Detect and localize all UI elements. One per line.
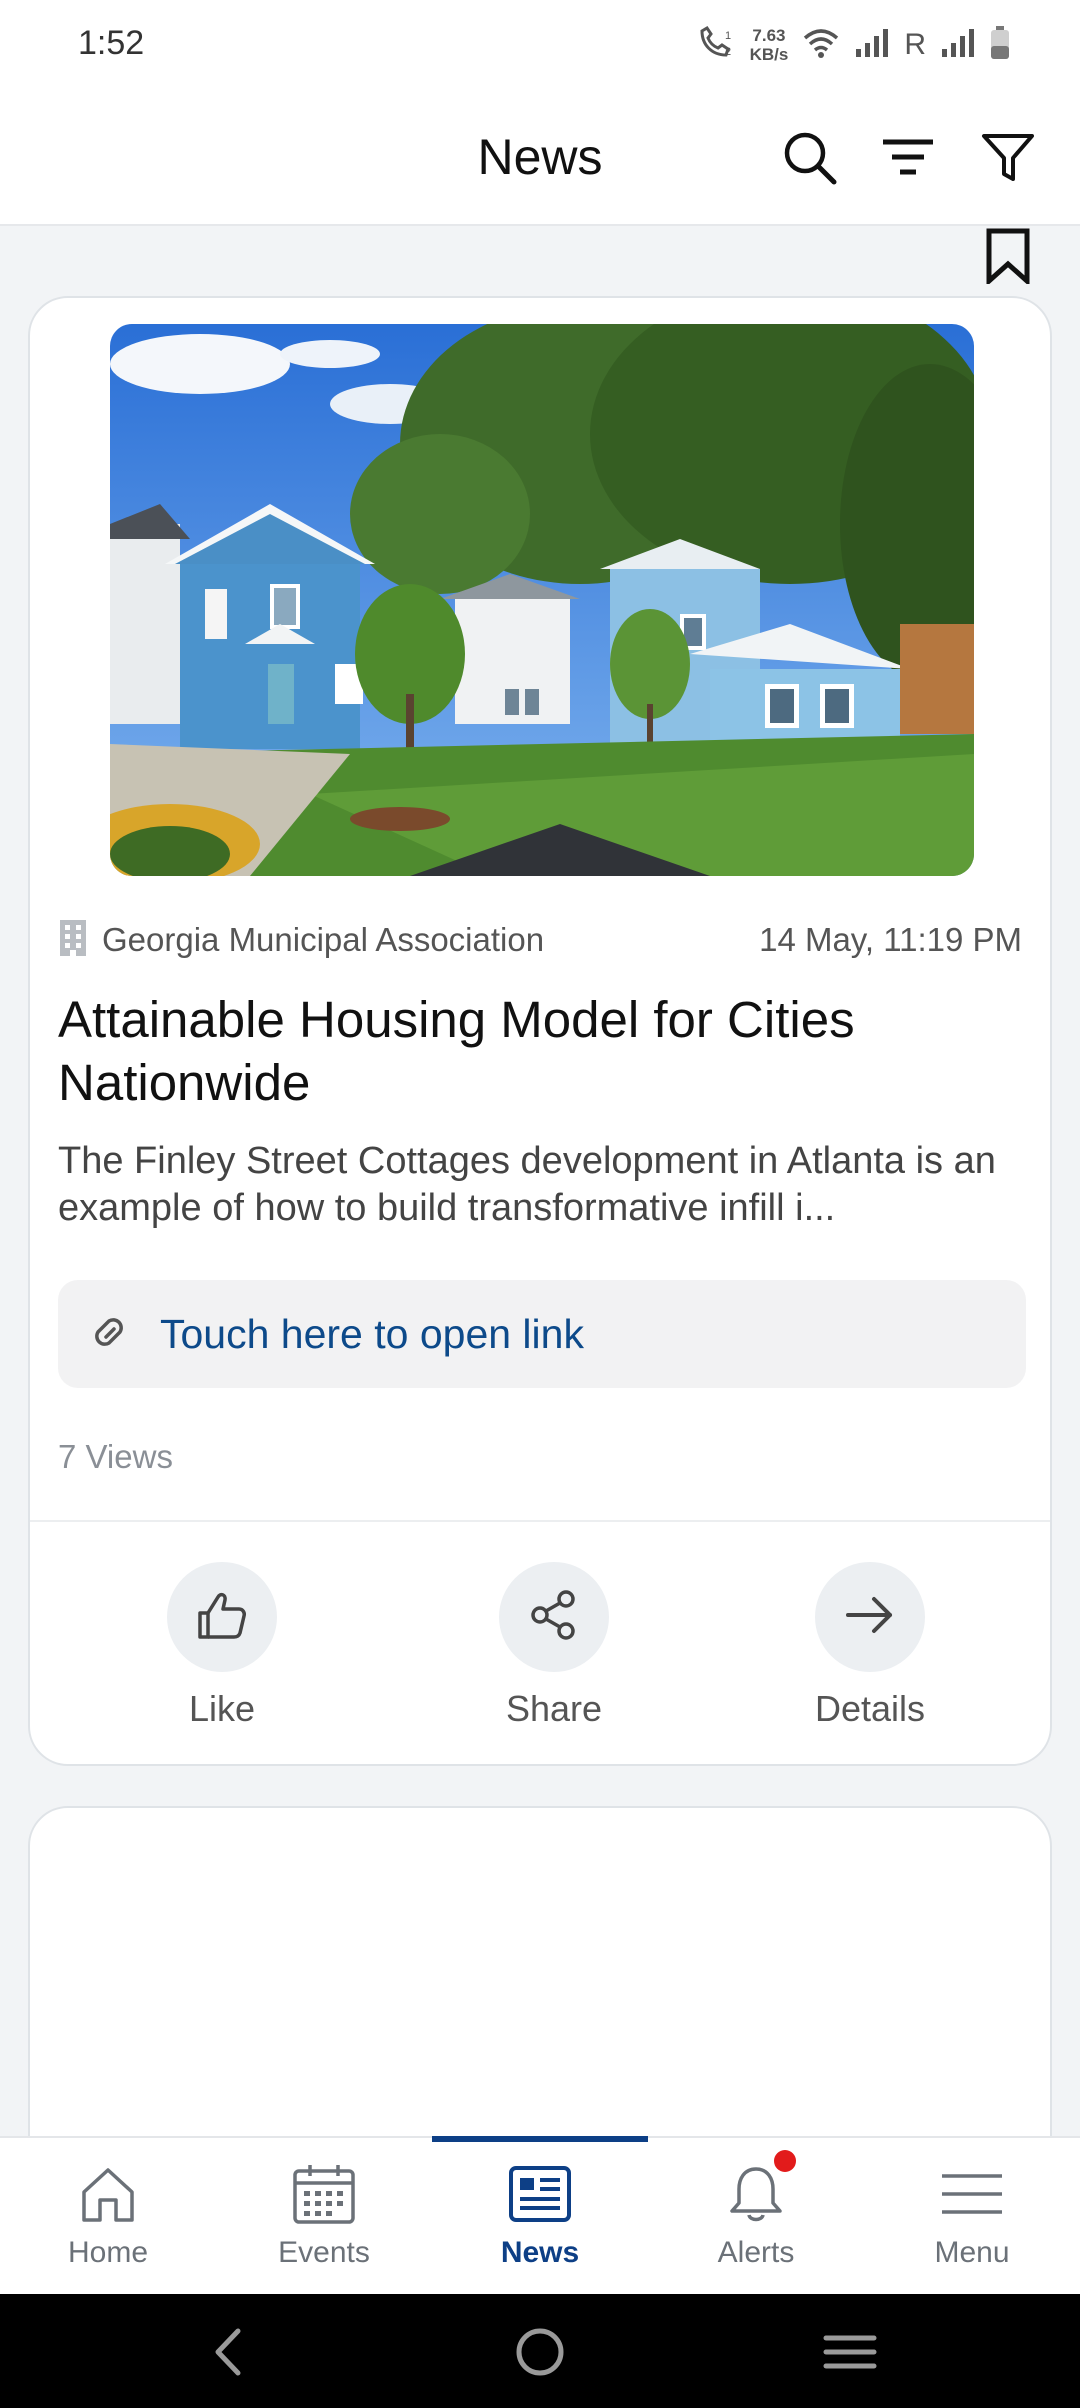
nav-events-label: Events — [278, 2236, 370, 2269]
filter-icon[interactable] — [976, 126, 1040, 190]
like-label: Like — [188, 1688, 256, 1729]
signal-icon-2 — [940, 27, 976, 64]
net-speed: 7.63 KB/s — [750, 26, 789, 64]
signal-icon — [854, 27, 890, 64]
roaming-indicator: R — [904, 28, 926, 61]
bell-icon — [648, 2150, 864, 2228]
share-button[interactable]: Share — [454, 1562, 654, 1730]
nav-alerts[interactable]: Alerts — [648, 2138, 864, 2296]
source-row: Georgia Municipal Association 14 May, 11… — [58, 918, 1022, 962]
net-speed-value: 7.63 — [752, 26, 786, 45]
svg-text:1: 1 — [725, 30, 731, 42]
share-label: Share — [505, 1688, 603, 1729]
wifi-icon — [802, 27, 840, 64]
share-icon-circle[interactable] — [499, 1562, 609, 1672]
arrow-right-icon — [842, 1587, 898, 1648]
open-link-label[interactable]: Touch here to open link — [160, 1311, 584, 1358]
details-label: Details — [814, 1688, 926, 1729]
source-name: Georgia Municipal Association — [102, 921, 545, 958]
like-button[interactable]: Like — [122, 1562, 322, 1730]
news-icon — [432, 2160, 648, 2228]
bookmark-icon[interactable] — [980, 226, 1036, 286]
battery-icon — [990, 25, 1010, 65]
app-header: News — [0, 90, 1080, 226]
status-icons: 12 7.63 KB/s R — [696, 20, 1010, 70]
article-date: 14 May, 11:19 PM — [759, 921, 1022, 958]
back-icon[interactable] — [188, 2322, 268, 2382]
svg-text:2: 2 — [725, 46, 731, 58]
call-icon: 12 — [696, 25, 736, 66]
source: Georgia Municipal Association — [58, 918, 544, 963]
nav-news-label: News — [500, 2236, 580, 2269]
open-link-button[interactable]: Touch here to open link — [58, 1280, 1026, 1388]
nav-menu-label: Menu — [934, 2236, 1010, 2269]
hamburger-icon — [864, 2160, 1080, 2228]
nav-home[interactable]: Home — [0, 2138, 216, 2296]
home-icon — [0, 2160, 216, 2228]
nav-menu[interactable]: Menu — [864, 2138, 1080, 2296]
alert-badge-dot — [774, 2150, 796, 2172]
net-speed-unit: KB/s — [749, 45, 789, 64]
bottom-nav: Home Events News Alerts Menu — [0, 2136, 1080, 2294]
home-circle-icon[interactable] — [500, 2322, 580, 2382]
details-button[interactable]: Details — [770, 1562, 970, 1730]
divider — [30, 1520, 1050, 1522]
status-time: 1:52 — [78, 24, 145, 62]
nav-events[interactable]: Events — [216, 2138, 432, 2296]
news-card[interactable]: Georgia Municipal Association 14 May, 11… — [28, 296, 1052, 1766]
nav-home-label: Home — [67, 2236, 149, 2269]
system-nav-bar — [0, 2294, 1080, 2408]
share-icon — [526, 1587, 582, 1648]
calendar-icon — [216, 2160, 432, 2228]
nav-alerts-label: Alerts — [717, 2236, 795, 2269]
sort-icon[interactable] — [876, 126, 940, 190]
like-icon-circle[interactable] — [167, 1562, 277, 1672]
details-icon-circle[interactable] — [815, 1562, 925, 1672]
search-icon[interactable] — [778, 126, 842, 190]
thumbs-up-icon — [194, 1587, 250, 1648]
article-description: The Finley Street Cottages development i… — [58, 1140, 996, 1229]
views-count: 7 Views — [58, 1438, 173, 1475]
article-title[interactable]: Attainable Housing Model for Cities Nati… — [58, 988, 1018, 1114]
recents-icon[interactable] — [810, 2322, 890, 2382]
building-icon — [58, 918, 88, 963]
status-bar: 1:52 12 7.63 KB/s R — [0, 0, 1080, 90]
article-image[interactable] — [110, 324, 974, 876]
link-icon — [84, 1307, 134, 1362]
nav-news[interactable]: News — [432, 2138, 648, 2296]
